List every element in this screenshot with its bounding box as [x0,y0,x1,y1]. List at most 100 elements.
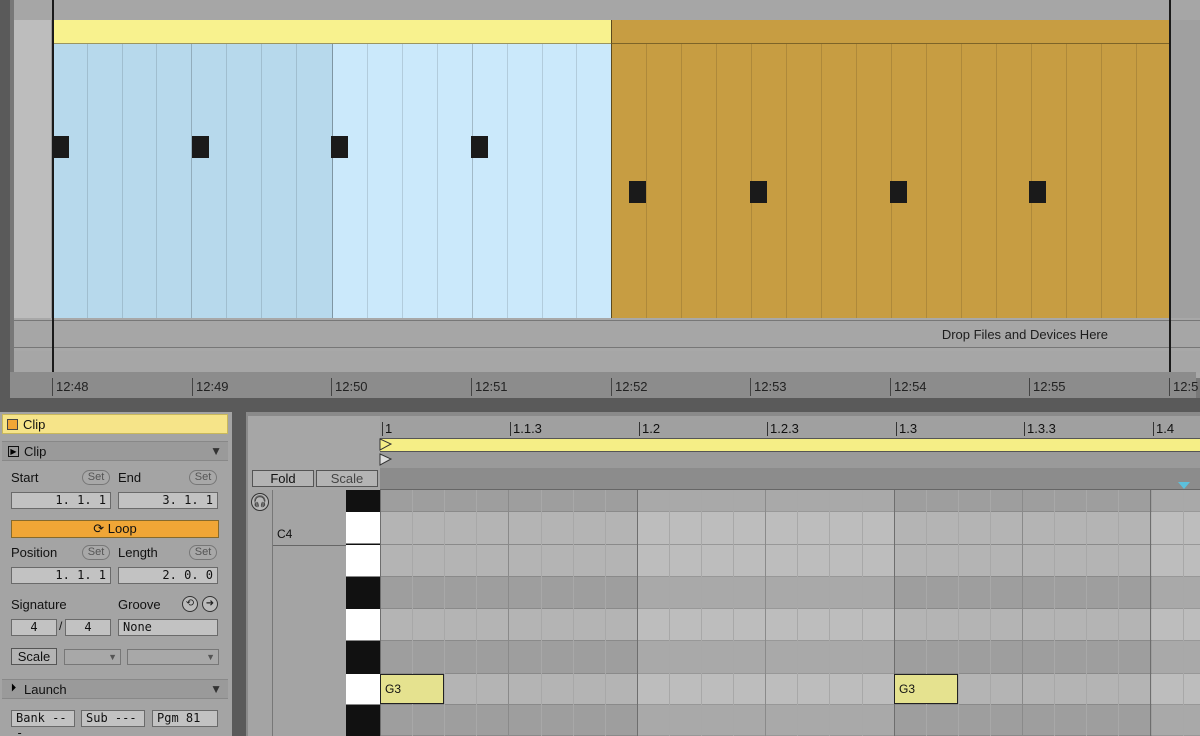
midi-note-block [52,136,69,158]
time-tick: 12:51 [471,378,508,396]
clip-title: Clip [23,417,46,432]
midi-clip-2[interactable] [332,20,611,318]
position-field[interactable]: 1. 1. 1 [11,567,111,584]
start-field[interactable]: 1. 1. 1 [11,492,111,509]
ruler-mark: 1.1.3 [510,422,542,436]
groove-label: Groove [118,597,161,612]
preview-column: 🎧 [248,490,272,736]
loop-button[interactable]: ⟳ Loop [11,520,219,538]
end-marker-icon[interactable] [1178,482,1190,490]
midi-note[interactable]: G3 [894,674,958,704]
collapse-arrow-icon[interactable]: ▼ [210,682,222,696]
end-label: End [118,470,142,485]
signature-numerator[interactable]: 4 [11,619,57,636]
scale-button[interactable]: Scale [316,470,378,487]
position-label: Position [11,545,58,560]
clip-header[interactable] [52,20,332,44]
sub-field[interactable]: Sub --- [81,710,145,727]
length-set-button[interactable]: Set [189,545,217,560]
track-right-gutter [1170,20,1200,318]
scale-toggle-button[interactable]: Scale [11,648,57,665]
collapse-arrow-icon[interactable]: ▼ [210,444,222,458]
ruler-mark: 1.3 [896,422,917,436]
start-marker-bar[interactable] [379,452,1200,468]
headphones-preview-icon[interactable]: 🎧 [251,493,269,511]
track-header-row [14,0,1200,20]
clip-section-header[interactable]: ▶ Clip ▼ [2,441,228,461]
groove-commit-icon[interactable]: ➜ [202,596,218,612]
piano-white-key[interactable] [346,609,380,641]
time-tick: 12:52 [611,378,648,396]
ruler-mark: 1 [382,422,392,436]
position-set-button[interactable]: Set [82,545,110,560]
midi-note[interactable]: G3 [380,674,444,704]
grid-line [1086,490,1087,736]
time-tick: 12:48 [52,378,89,396]
clip-header[interactable] [611,20,1170,44]
drop-zone[interactable]: Drop Files and Devices Here [14,320,1200,348]
grid-line [637,490,638,736]
midi-clip-3[interactable] [611,20,1170,318]
pgm-field[interactable]: Pgm 81 [152,710,218,727]
clip-header[interactable] [332,20,611,44]
piano-white-key[interactable] [346,512,380,544]
grid-line [1054,490,1055,736]
grid-line [1150,490,1151,736]
end-field[interactable]: 3. 1. 1 [118,492,218,509]
loop-brace[interactable] [379,438,1200,452]
piano-white-key[interactable] [346,674,380,705]
drop-zone-label: Drop Files and Devices Here [941,327,1108,342]
arrangement-timeline[interactable]: 12:48 12:49 12:50 12:51 12:52 12:53 12:5… [10,372,1198,398]
beat-ruler[interactable]: 1 1.1.3 1.2 1.2.3 1.3 1.3.3 1.4 [380,416,1200,440]
grid-line [605,490,606,736]
length-field[interactable]: 2. 0. 0 [118,567,218,584]
grid-line [1118,490,1119,736]
midi-note-block [629,181,646,203]
scale-name-dropdown[interactable]: ▼ [127,649,219,665]
arrangement-tracks: Drop Files and Devices Here [14,0,1200,378]
loop-label: Loop [107,521,137,536]
length-label: Length [118,545,158,560]
time-tick: 12:55 [1029,378,1066,396]
signature-denominator[interactable]: 4 [65,619,111,636]
scale-root-dropdown[interactable]: ▼ [64,649,121,665]
grid-line [701,490,702,736]
note-grid[interactable]: G3 G3 [380,490,1200,736]
midi-note-block [471,136,488,158]
clip-title-bar[interactable]: Clip [2,414,228,434]
groove-select[interactable]: None [118,619,218,636]
start-set-button[interactable]: Set [82,470,110,485]
ableton-window: Drop Files and Devices Here 12:48 12:49 … [0,0,1200,736]
midi-clip-1[interactable] [52,20,332,318]
midi-note-block [1029,181,1046,203]
key-names: C4 [272,490,347,736]
time-tick: 12:53 [750,378,787,396]
time-tick: 12:50 [331,378,368,396]
bank-field[interactable]: Bank --- [11,710,75,736]
midi-note-block [750,181,767,203]
grid-line [862,490,863,736]
grid-line [958,490,959,736]
time-tick: 12:5 [1169,378,1198,396]
groove-hotswap-icon[interactable]: ⟲ [182,596,198,612]
loop-start-flag-icon[interactable] [379,438,393,452]
signature-label: Signature [11,597,67,612]
end-set-button[interactable]: Set [189,470,217,485]
midi-note-block [192,136,209,158]
fold-button[interactable]: Fold [252,470,314,487]
time-tick: 12:54 [890,378,927,396]
piano-white-key[interactable] [346,545,380,577]
grid-line [669,490,670,736]
midi-note-block [331,136,348,158]
loop-end-marker[interactable] [1169,0,1171,378]
editor-corner [248,416,380,468]
loop-start-marker[interactable] [52,0,54,378]
grid-line [1022,490,1023,736]
grid-line [476,490,477,736]
launch-section-header[interactable]: ⏵ Launch ▼ [2,679,228,699]
piano-keyboard[interactable] [346,490,380,736]
clip-color-swatch[interactable] [7,419,18,430]
master-track-row [14,351,1200,373]
launch-icon: ⏵ [10,682,17,694]
start-marker-icon[interactable] [379,453,393,467]
